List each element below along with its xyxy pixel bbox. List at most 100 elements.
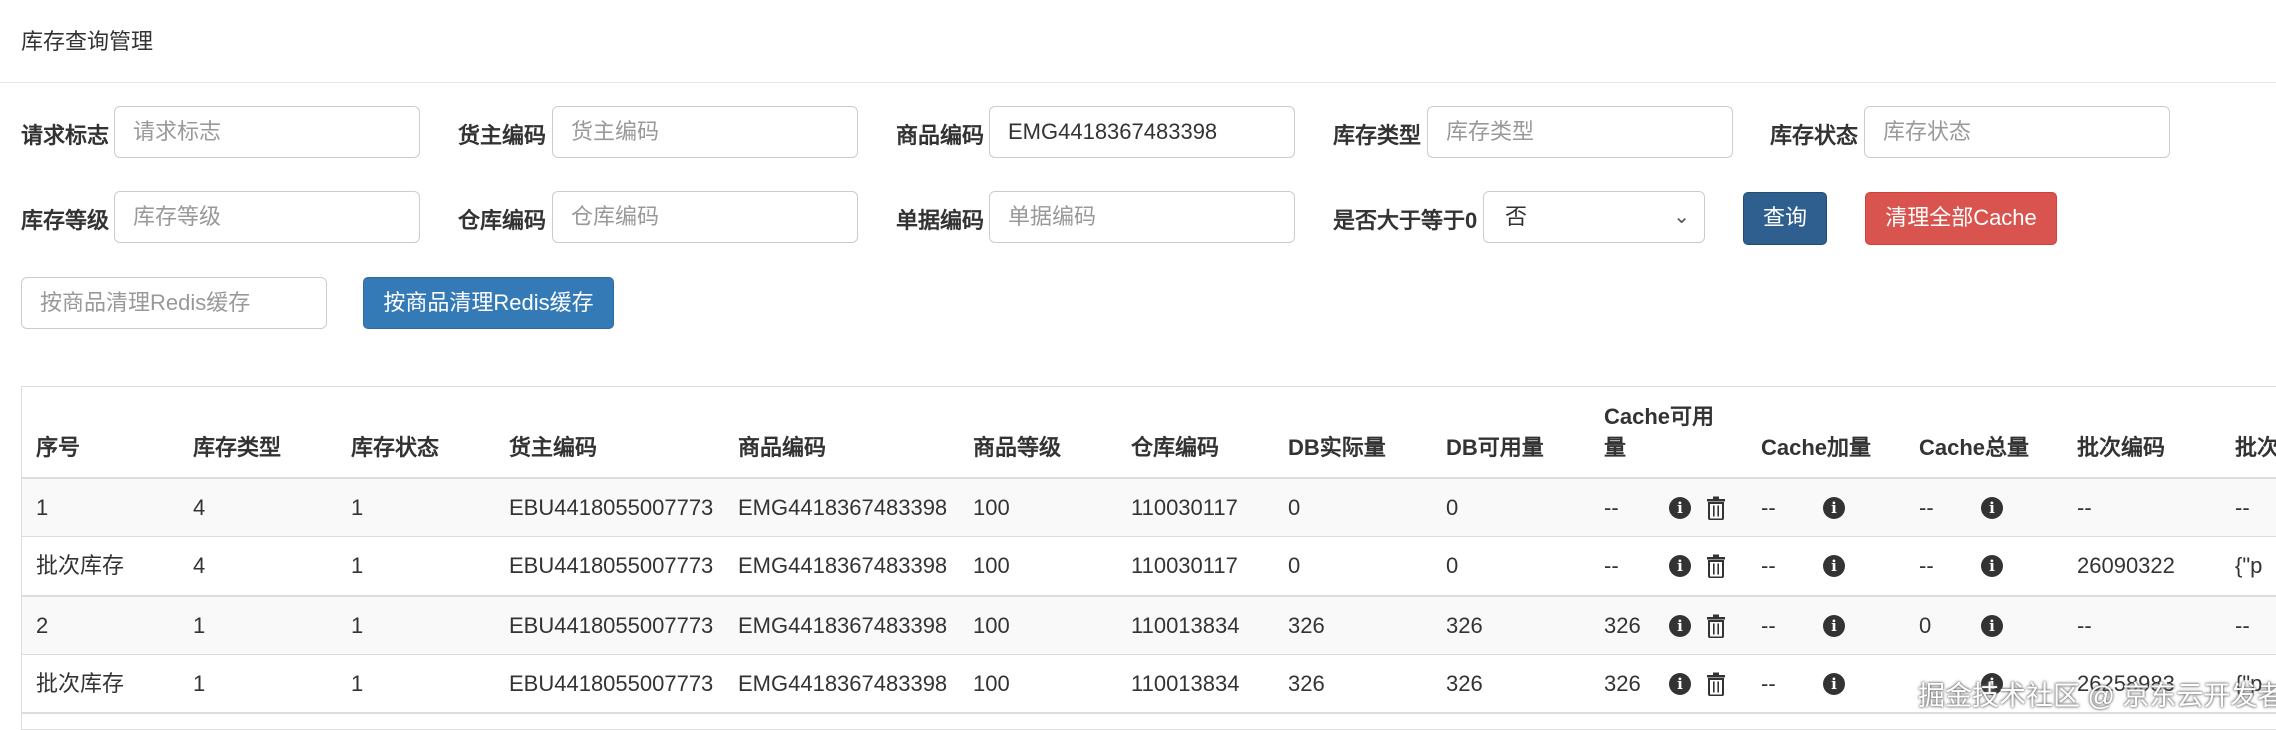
cell-stock-status: 1 [351,553,364,578]
cell-db-actual: 0 [1288,553,1301,578]
gte-zero-value: 否 [1505,204,1528,229]
owner-code-label: 货主编码 [458,123,547,148]
trash-icon[interactable] [1706,597,1726,654]
table-row: 1 4 1 EBU4418055007773 EMG4418367483398 … [22,479,2276,537]
cell-batch-code: 26090322 [2077,553,2175,578]
header-db-available: DB可用量 [1446,435,1544,460]
owner-code-placeholder: 货主编码 [571,119,660,144]
stock-level-input[interactable]: 库存等级 [114,191,420,243]
header-cache-available-line1: Cache可用 [1604,404,1715,429]
header-batch-attr: 批次 [2235,435,2276,460]
cell-batch-attr: {"p [2235,553,2263,578]
header-stock-status: 库存状态 [351,435,440,460]
product-code-input[interactable]: EMG4418367483398 [989,106,1295,158]
cell-stock-type: 4 [193,495,206,520]
cell-batch-code: -- [2077,613,2092,638]
request-flag-input[interactable]: 请求标志 [114,106,420,158]
clear-all-cache-button[interactable]: 清理全部Cache [1865,192,2057,245]
cell-db-actual: 0 [1288,495,1301,520]
cell-seq: 批次库存 [36,553,125,578]
header-cache-add: Cache加量 [1761,435,1872,460]
info-circle-icon[interactable]: i [1669,597,1691,654]
request-flag-label: 请求标志 [21,123,110,148]
info-circle-icon[interactable]: i [1669,479,1691,536]
header-cache-available: Cache可用 量 [1604,401,1714,463]
cell-cache-total: -- [1919,553,1934,578]
info-circle-icon[interactable]: i [1981,479,2003,536]
cell-cache-total: -- [1919,495,1934,520]
doc-code-input[interactable]: 单据编码 [989,191,1295,243]
cell-seq: 2 [36,613,49,638]
stock-type-input[interactable]: 库存类型 [1427,106,1733,158]
gte-zero-select[interactable]: 否 ⌄ [1483,191,1705,243]
cell-batch-attr: -- [2235,613,2250,638]
cell-stock-status: 1 [351,613,364,638]
header-batch-code: 批次编码 [2077,435,2166,460]
cell-product-level: 100 [973,671,1010,696]
cell-cache-available: -- [1604,495,1619,520]
cell-owner-code: EBU4418055007773 [509,671,714,696]
cell-batch-attr: -- [2235,495,2250,520]
table-row: 批次库存 4 1 EBU4418055007773 EMG44183674833… [22,537,2276,597]
gte-zero-label: 是否大于等于0 [1333,208,1478,233]
warehouse-code-input[interactable]: 仓库编码 [552,191,858,243]
doc-code-label: 单据编码 [896,208,985,233]
header-db-actual: DB实际量 [1288,435,1386,460]
cell-stock-status: 1 [351,495,364,520]
doc-code-placeholder: 单据编码 [1008,204,1097,229]
watermark: 掘金技术社区 @ 京东云开发者 [1918,681,2276,711]
cell-cache-available: -- [1604,553,1619,578]
info-circle-icon[interactable]: i [1823,479,1845,536]
stock-status-label: 库存状态 [1770,123,1859,148]
cell-cache-available: 326 [1604,613,1641,638]
cell-cache-add: -- [1761,553,1776,578]
redis-product-placeholder: 按商品清理Redis缓存 [40,290,251,315]
warehouse-code-placeholder: 仓库编码 [571,204,660,229]
info-circle-icon[interactable]: i [1823,655,1845,712]
stock-status-placeholder: 库存状态 [1883,119,1972,144]
clear-redis-button[interactable]: 按商品清理Redis缓存 [363,277,614,329]
cell-warehouse-code: 110013834 [1131,671,1240,696]
cell-cache-add: -- [1761,613,1776,638]
cell-warehouse-code: 110030117 [1131,495,1238,520]
header-product-level: 商品等级 [973,435,1062,460]
stock-level-placeholder: 库存等级 [133,204,222,229]
cell-stock-type: 4 [193,553,206,578]
info-circle-icon[interactable]: i [1823,537,1845,595]
cell-cache-add: -- [1761,671,1776,696]
info-circle-icon[interactable]: i [1669,537,1691,595]
info-circle-icon[interactable]: i [1981,537,2003,595]
cell-warehouse-code: 110030117 [1131,553,1238,578]
stock-status-input[interactable]: 库存状态 [1864,106,2170,158]
cell-owner-code: EBU4418055007773 [509,613,714,638]
info-circle-icon[interactable]: i [1669,655,1691,712]
chevron-down-icon: ⌄ [1673,206,1690,228]
query-button[interactable]: 查询 [1743,192,1827,245]
cell-product-code: EMG4418367483398 [738,553,948,578]
cell-owner-code: EBU4418055007773 [509,553,714,578]
product-code-value: EMG4418367483398 [1008,119,1218,144]
header-owner-code: 货主编码 [509,435,598,460]
product-code-label: 商品编码 [896,123,985,148]
cell-product-level: 100 [973,495,1010,520]
info-circle-icon[interactable]: i [1981,597,2003,654]
trash-icon[interactable] [1706,655,1726,712]
page-title: 库存查询管理 [21,29,154,54]
info-circle-icon[interactable]: i [1823,597,1845,654]
owner-code-input[interactable]: 货主编码 [552,106,858,158]
header-cache-available-line2: 量 [1604,435,1627,460]
cell-product-code: EMG4418367483398 [738,671,948,696]
trash-icon[interactable] [1706,537,1726,595]
cell-seq: 批次库存 [36,671,125,696]
cell-batch-code: -- [2077,495,2092,520]
header-seq: 序号 [36,435,81,460]
cell-db-actual: 326 [1288,671,1325,696]
header-warehouse-code: 仓库编码 [1131,435,1220,460]
cell-stock-type: 1 [193,613,206,638]
page-header: 库存查询管理 [0,0,2276,83]
trash-icon[interactable] [1706,479,1726,536]
cell-warehouse-code: 110013834 [1131,613,1240,638]
redis-product-input[interactable]: 按商品清理Redis缓存 [21,277,327,329]
cell-cache-available: 326 [1604,671,1641,696]
cell-db-available: 0 [1446,553,1459,578]
